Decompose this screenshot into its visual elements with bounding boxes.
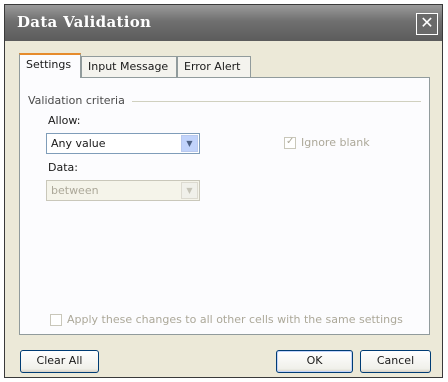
allow-label: Allow: bbox=[48, 114, 81, 127]
apply-all-label: Apply these changes to all other cells w… bbox=[67, 313, 403, 326]
data-value: between bbox=[51, 184, 99, 197]
allow-select[interactable]: Any value ▼ bbox=[46, 133, 200, 154]
dialog-title: Data Validation bbox=[17, 13, 152, 31]
tab-input-message-label: Input Message bbox=[88, 60, 169, 73]
ok-button[interactable]: OK bbox=[276, 350, 353, 373]
checkmark-icon: ✓ bbox=[286, 136, 295, 147]
data-validation-dialog: Data Validation ✕ Settings Input Message… bbox=[4, 4, 443, 378]
data-select[interactable]: between ▼ bbox=[46, 180, 200, 201]
tab-error-alert[interactable]: Error Alert bbox=[177, 56, 251, 77]
apply-all-checkbox[interactable] bbox=[50, 314, 62, 326]
tab-input-message[interactable]: Input Message bbox=[81, 56, 177, 77]
title-bar[interactable]: Data Validation ✕ bbox=[5, 5, 442, 41]
close-icon: ✕ bbox=[420, 13, 434, 32]
tab-settings[interactable]: Settings bbox=[19, 53, 81, 78]
cancel-button[interactable]: Cancel bbox=[360, 350, 431, 373]
chevron-down-icon[interactable]: ▼ bbox=[181, 182, 198, 199]
tab-settings-label: Settings bbox=[26, 58, 72, 71]
data-label: Data: bbox=[48, 161, 78, 174]
settings-panel: Validation criteria Allow: Any value ▼ ✓… bbox=[19, 77, 430, 335]
chevron-down-icon[interactable]: ▼ bbox=[181, 135, 198, 152]
group-divider bbox=[132, 101, 421, 102]
allow-value: Any value bbox=[51, 137, 106, 150]
ignore-blank-label: Ignore blank bbox=[301, 136, 370, 149]
tab-error-alert-label: Error Alert bbox=[184, 60, 241, 73]
ignore-blank-checkbox[interactable]: ✓ bbox=[284, 136, 296, 149]
close-button[interactable]: ✕ bbox=[416, 13, 438, 35]
clear-all-button[interactable]: Clear All bbox=[20, 350, 99, 373]
validation-criteria-label: Validation criteria bbox=[28, 94, 129, 107]
